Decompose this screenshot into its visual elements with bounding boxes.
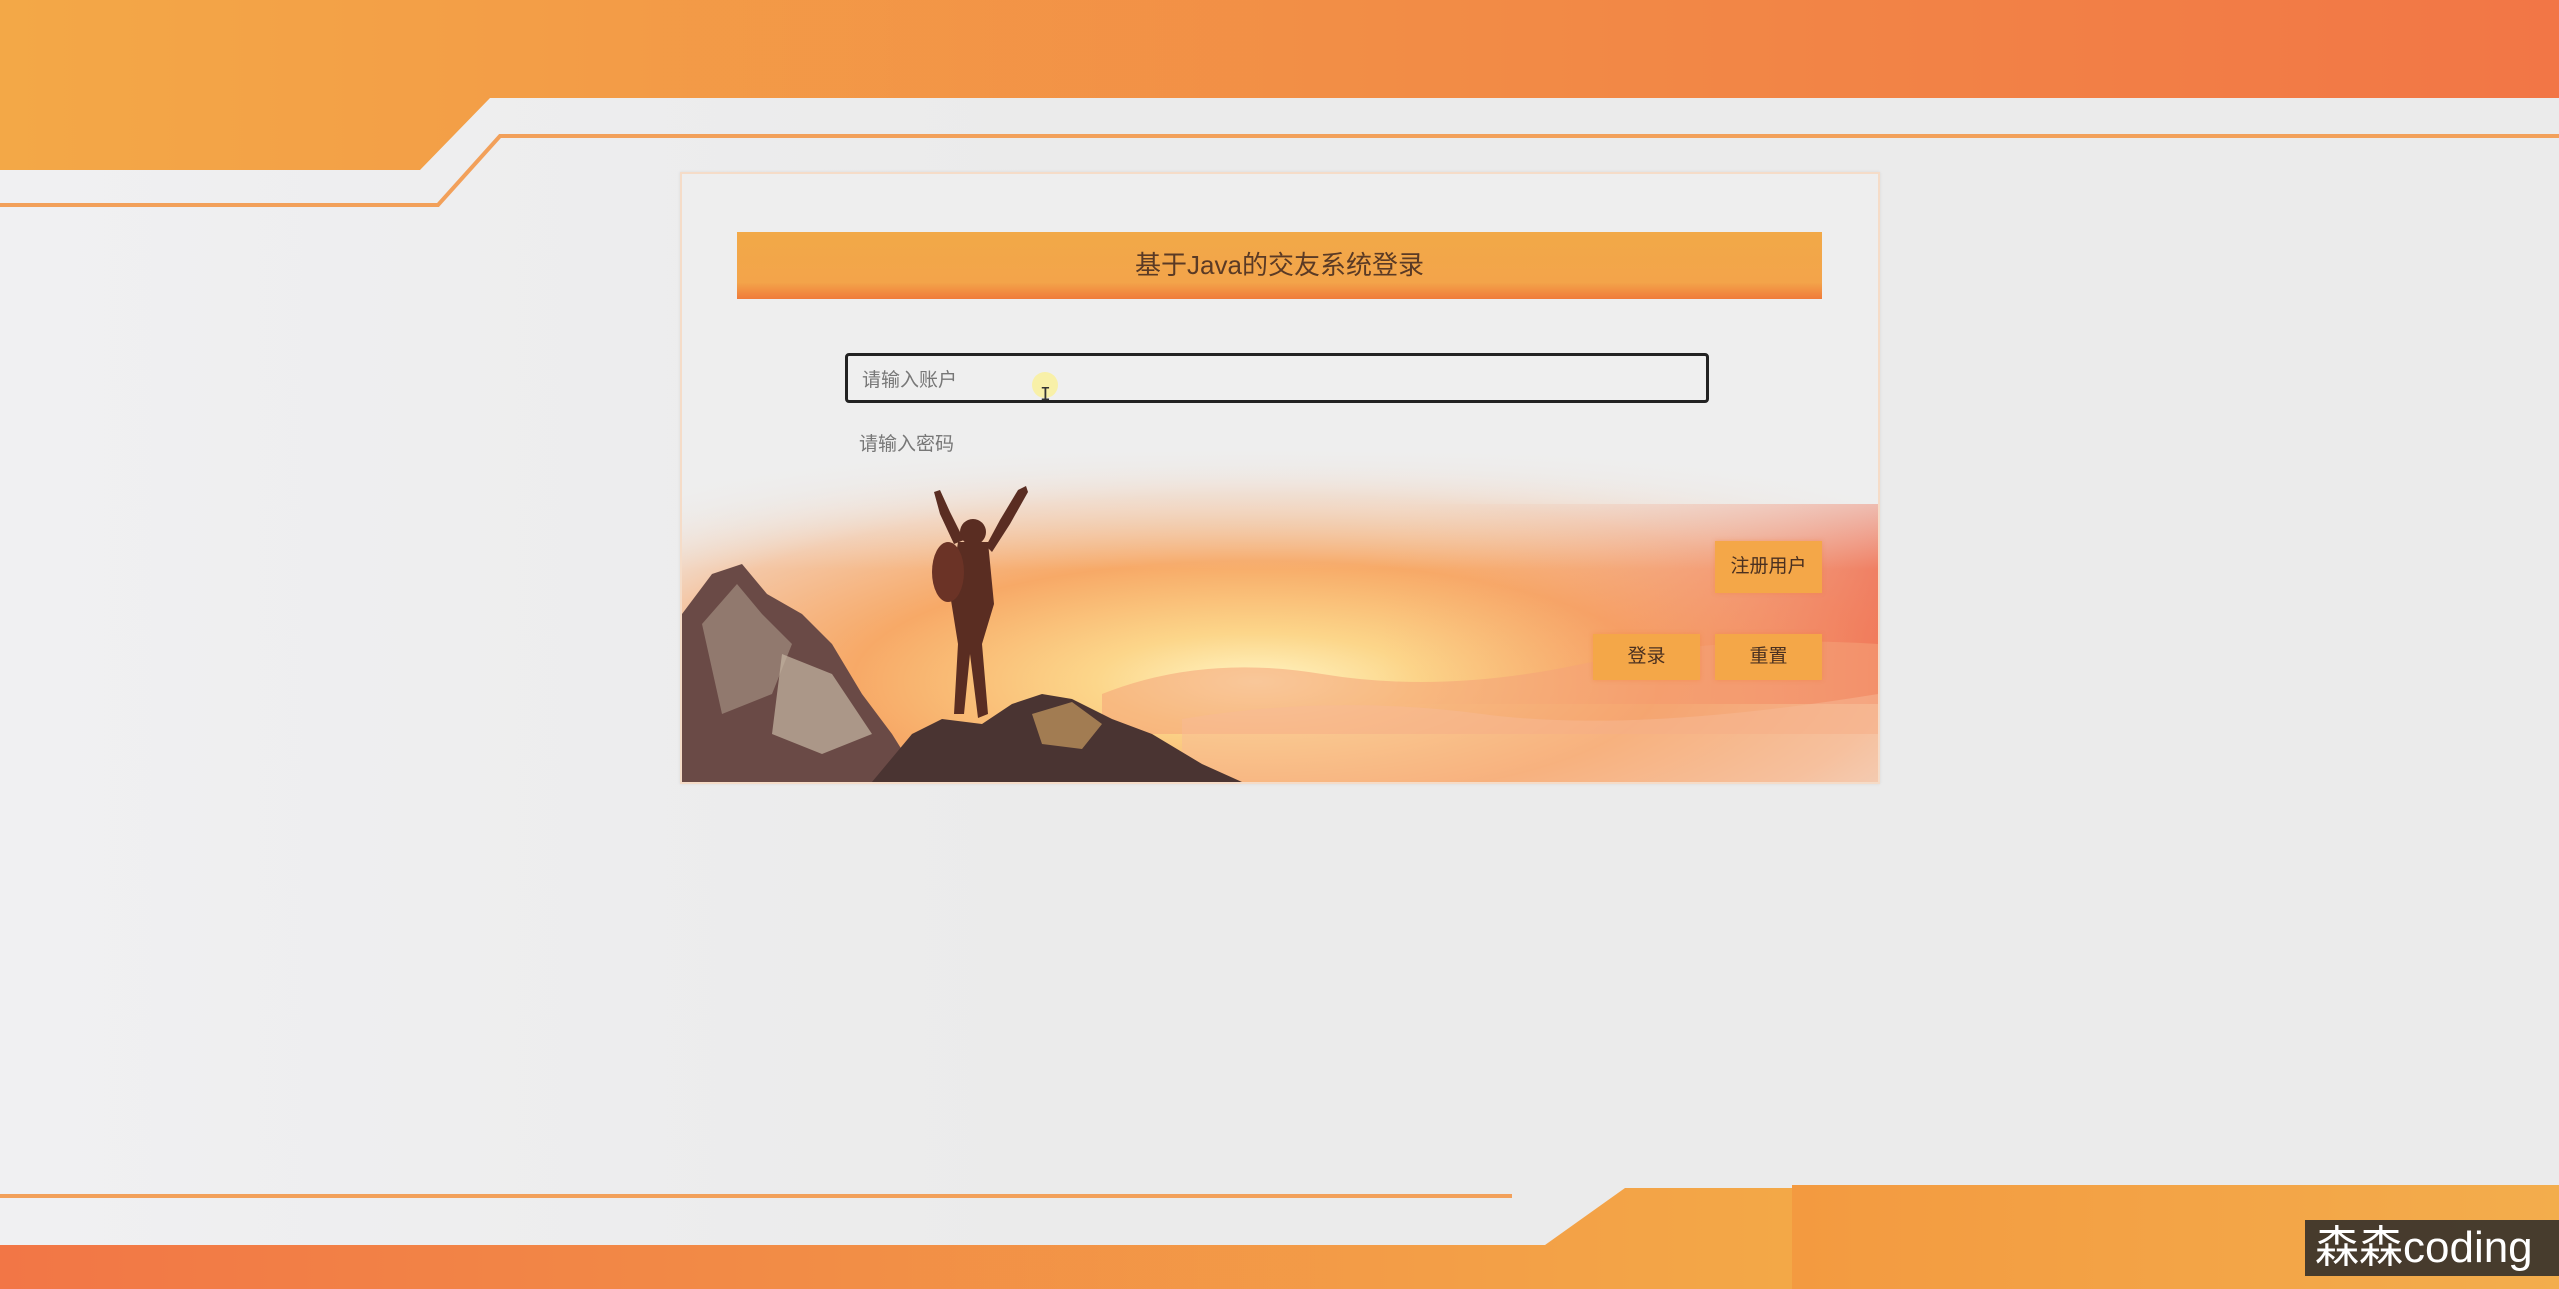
login-button[interactable]: 登录 [1593, 634, 1700, 680]
reset-button[interactable]: 重置 [1715, 634, 1822, 680]
login-panel: 基于Java的交友系统登录 请输入账户 请输入密码 I 注册用户 登录 重置 [680, 172, 1880, 784]
password-input[interactable]: 请输入密码 [845, 420, 1709, 470]
video-watermark: 森森coding [2305, 1220, 2559, 1276]
bottom-band [0, 1188, 1792, 1289]
register-button[interactable]: 注册用户 [1715, 541, 1822, 593]
username-input[interactable]: 请输入账户 [845, 353, 1709, 403]
page-title: 基于Java的交友系统登录 [737, 232, 1822, 299]
text-cursor-icon: I [1040, 384, 1051, 405]
top-band [0, 0, 2559, 170]
login-page: 基于Java的交友系统登录 请输入账户 请输入密码 I 注册用户 登录 重置 森… [0, 0, 2559, 1289]
